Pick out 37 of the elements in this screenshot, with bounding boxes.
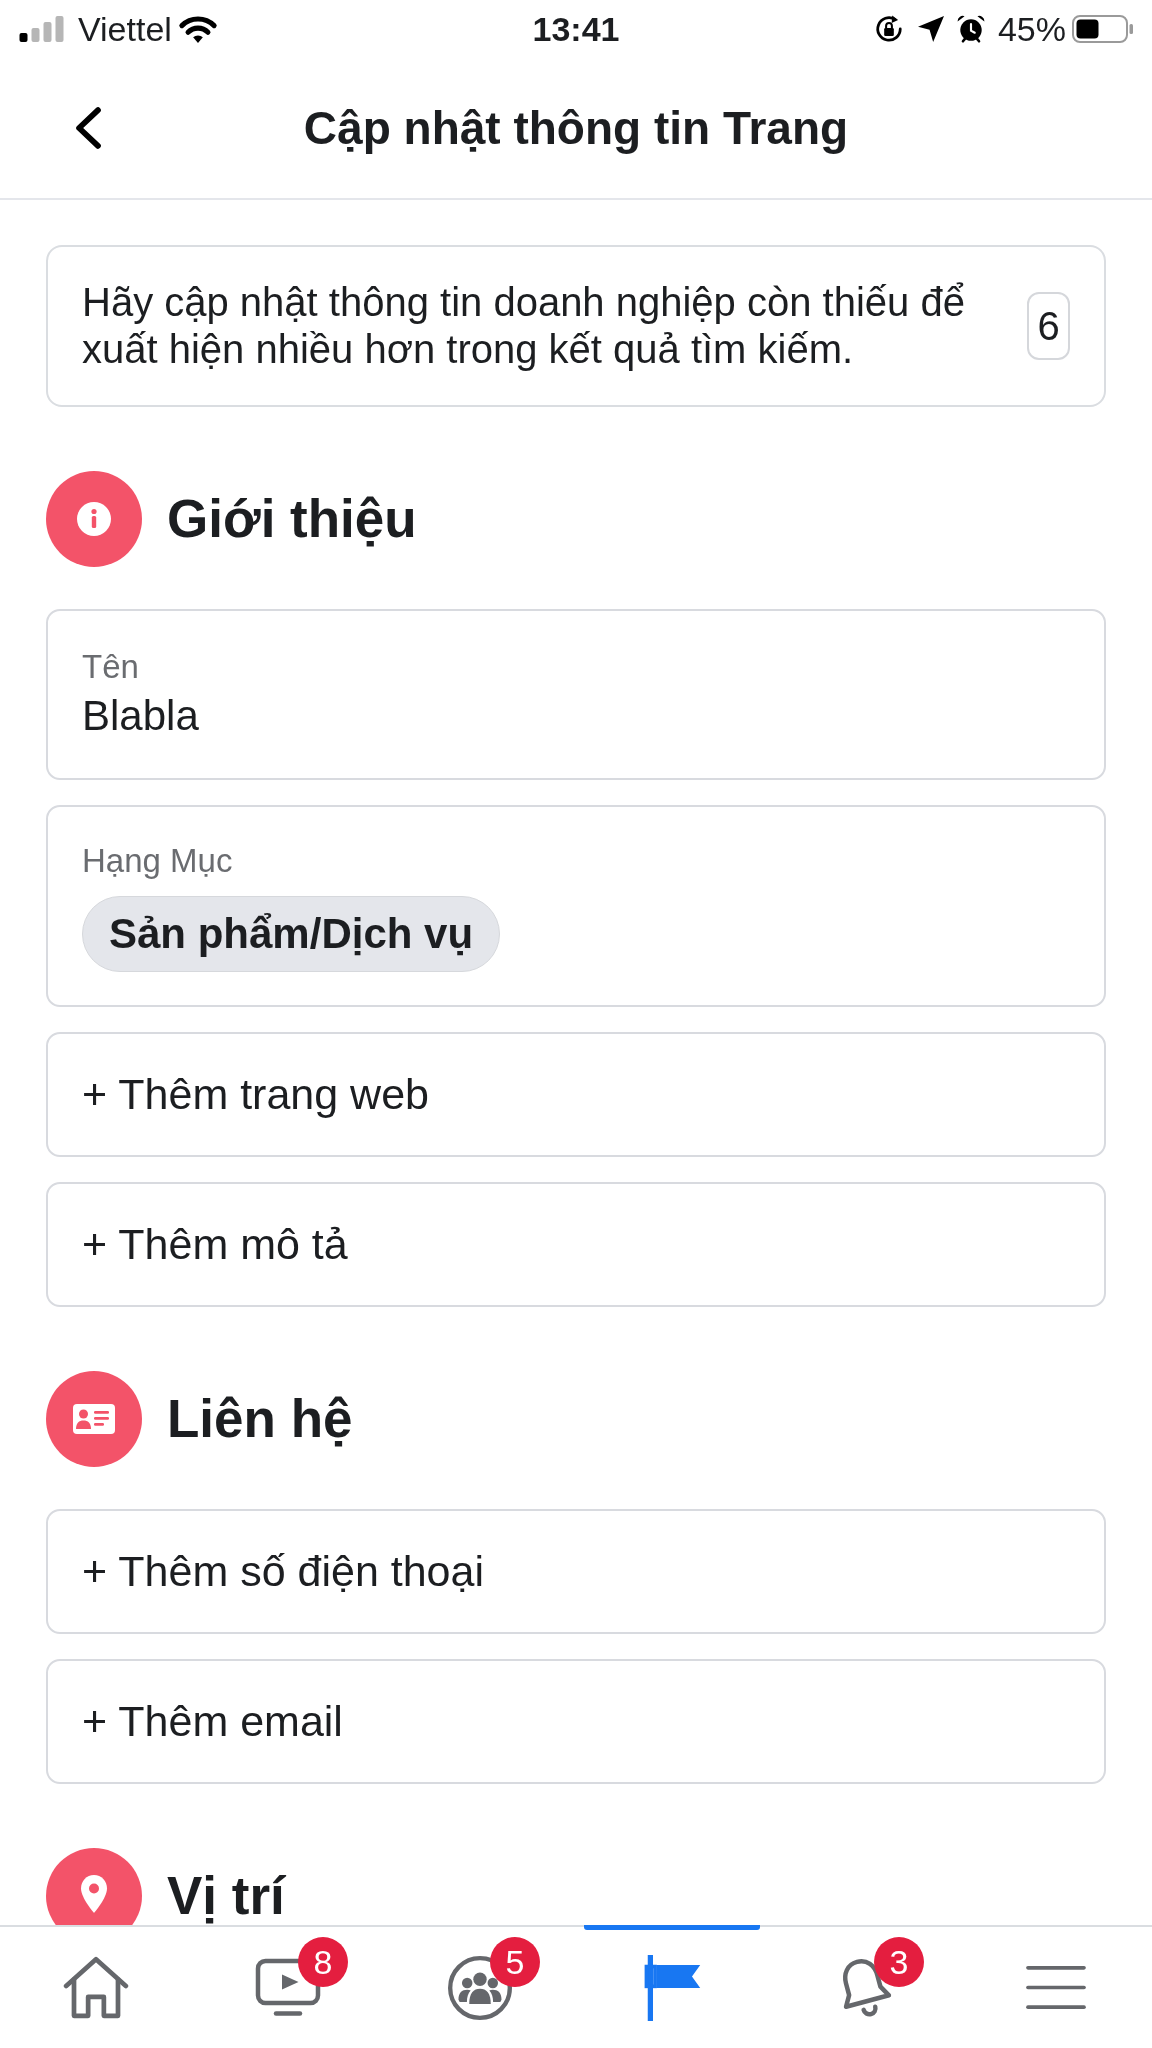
watch-tab[interactable]: 8 bbox=[192, 1927, 384, 2048]
add-item-button[interactable]: + Thêm số điện thoại bbox=[46, 1509, 1106, 1634]
battery-percentage: 45% bbox=[997, 9, 1066, 49]
add-item-button[interactable]: + Thêm mô tả bbox=[46, 1182, 1106, 1307]
status-time: 13:41 bbox=[532, 9, 620, 49]
info-icon bbox=[46, 471, 142, 567]
flag-icon bbox=[643, 1954, 701, 2021]
notifications-tab[interactable]: 3 bbox=[768, 1927, 960, 2048]
menu-icon bbox=[1026, 1965, 1086, 2010]
section-title: Vị trí bbox=[167, 1865, 285, 1925]
add-item-button[interactable]: + Thêm email bbox=[46, 1659, 1106, 1784]
carrier-name: Viettel bbox=[78, 9, 172, 49]
groups-tab[interactable]: 5 bbox=[384, 1927, 576, 2048]
count-badge: 6 bbox=[1027, 292, 1070, 360]
count-badge: 3 bbox=[874, 1937, 924, 1987]
field-label: Hạng Mục bbox=[82, 841, 233, 881]
wifi-icon bbox=[177, 14, 218, 44]
text-field[interactable]: Tên Blabla bbox=[46, 609, 1106, 780]
count-badge: 8 bbox=[298, 1937, 348, 1987]
field-value: Blabla bbox=[82, 691, 199, 741]
section-title: Liên hệ bbox=[167, 1388, 353, 1450]
field-label: Tên bbox=[82, 647, 139, 687]
category-field[interactable]: Hạng Mục Sản phẩm/Dịch vụ bbox=[46, 805, 1106, 1007]
home-icon bbox=[63, 1956, 129, 2019]
rotation-lock-icon bbox=[873, 14, 904, 44]
alarm-clock-icon bbox=[955, 14, 986, 44]
category-tag: Sản phẩm/Dịch vụ bbox=[82, 896, 501, 972]
signal-icon bbox=[18, 16, 65, 42]
back-icon bbox=[73, 107, 103, 149]
count-badge: 5 bbox=[490, 1937, 540, 1987]
battery-icon bbox=[1072, 15, 1134, 43]
add-item-button[interactable]: + Thêm trang web bbox=[46, 1032, 1106, 1157]
notice-text: Hãy cập nhật thông tin doanh nghiệp còn thiếu để xuất hiện nhiều hơn trong kết quả tìm kiếm. bbox=[82, 279, 966, 373]
contact-card-icon bbox=[46, 1371, 142, 1467]
location-arrow-icon bbox=[917, 16, 944, 42]
section-title: Giới thiệu bbox=[167, 488, 417, 550]
page-title: Cập nhật thông tin Trang bbox=[303, 101, 849, 155]
